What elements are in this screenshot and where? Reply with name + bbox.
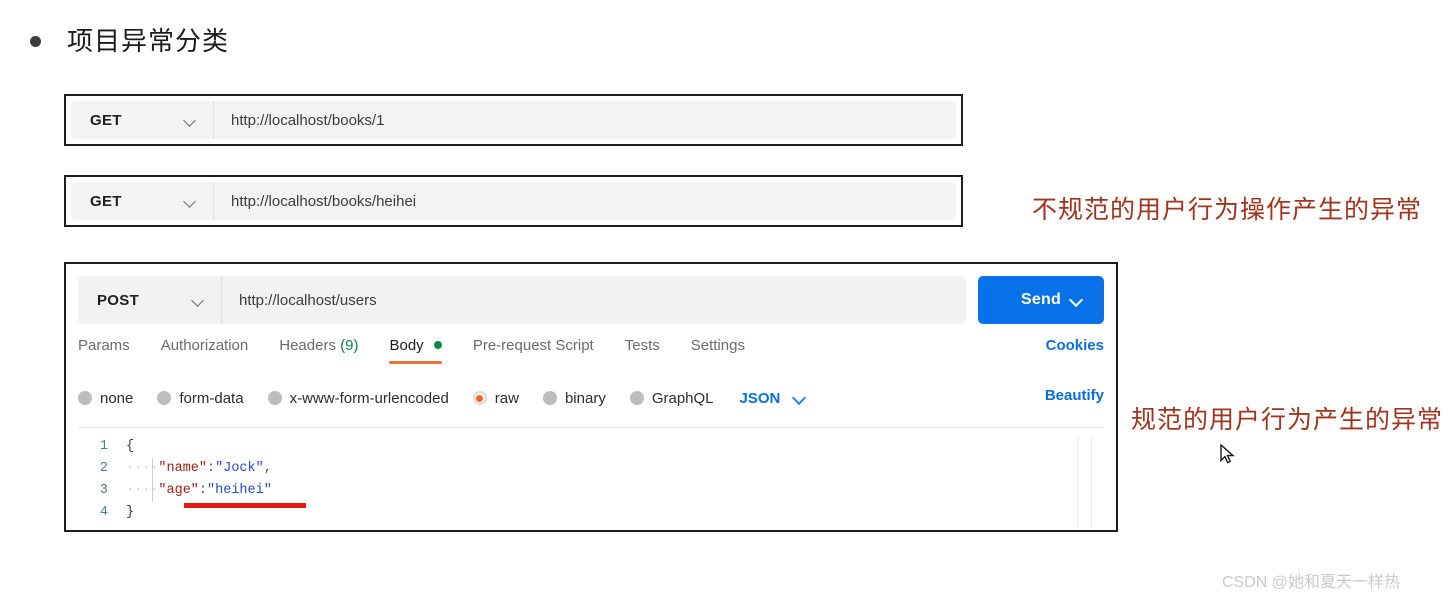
body-type-raw[interactable]: raw xyxy=(472,389,519,407)
body-type-x-www-form-urlencoded[interactable]: x-www-form-urlencoded xyxy=(267,389,449,407)
radio-icon xyxy=(157,391,172,405)
tab-headers[interactable]: Headers (9) xyxy=(279,337,358,364)
body-type-graphql[interactable]: GraphQL xyxy=(629,389,714,407)
chevron-down-icon[interactable] xyxy=(1071,295,1082,306)
tab-headers-count: (9) xyxy=(340,337,359,354)
code-line: 3 ····"age":"heihei" xyxy=(78,480,1104,502)
annotation-regular-behavior: 规范的用户行为产生的异常 xyxy=(1131,406,1444,434)
radio-label: GraphQL xyxy=(651,389,714,407)
http-method-label: GET xyxy=(90,111,122,129)
json-close-brace: } xyxy=(126,505,135,520)
cookies-link[interactable]: Cookies xyxy=(1046,337,1104,354)
url-row: GET http://localhost/books/heihei xyxy=(71,182,956,220)
request-tabs: Params Authorization Headers (9) Body Pr… xyxy=(78,337,1104,373)
http-method-selector[interactable]: GET xyxy=(71,182,214,220)
send-button[interactable]: Send xyxy=(978,276,1104,324)
raw-format-selector[interactable]: JSON xyxy=(740,390,807,407)
raw-format-label: JSON xyxy=(739,389,781,407)
url-input[interactable]: http://localhost/users xyxy=(222,276,966,324)
radio-label: raw xyxy=(494,389,519,407)
request-body-editor[interactable]: 1 { 2 ····"name":"Jock", 3 ····"age":"he… xyxy=(78,427,1104,530)
annotation-irregular-behavior: 不规范的用户行为操作产生的异常 xyxy=(1032,196,1423,224)
tab-settings[interactable]: Settings xyxy=(691,337,745,364)
url-row: POST http://localhost/users Send xyxy=(78,276,1104,324)
radio-icon xyxy=(542,391,557,405)
body-modified-dot-icon xyxy=(433,341,442,349)
request-panel-get-1: GET http://localhost/books/1 xyxy=(64,94,963,146)
radio-icon xyxy=(267,391,282,405)
error-underline-annotation xyxy=(184,503,306,508)
body-type-binary[interactable]: binary xyxy=(542,389,606,407)
chevron-down-icon xyxy=(184,114,197,127)
tab-label: Authorization xyxy=(160,337,249,354)
request-panel-post: POST http://localhost/users Send Params … xyxy=(64,262,1118,532)
tab-body[interactable]: Body xyxy=(389,337,442,364)
line-number: 4 xyxy=(99,505,108,520)
radio-icon xyxy=(78,391,92,405)
indent-dots: ···· xyxy=(126,461,159,476)
editor-vertical-scrollbar[interactable] xyxy=(1077,436,1092,528)
active-tab-underline xyxy=(389,361,442,364)
radio-label: none xyxy=(100,389,134,407)
body-type-form-data[interactable]: form-data xyxy=(157,389,244,407)
tab-label: Params xyxy=(78,337,130,354)
line-number: 3 xyxy=(99,483,108,498)
http-method-label: GET xyxy=(90,192,122,210)
tab-label: Settings xyxy=(690,337,745,354)
code-line: 1 { xyxy=(78,436,1104,458)
json-comma: , xyxy=(263,461,272,476)
url-input[interactable]: http://localhost/books/heihei xyxy=(214,182,956,220)
url-bar: POST http://localhost/users xyxy=(78,276,966,324)
indent-dots: ···· xyxy=(126,483,159,498)
chevron-down-icon xyxy=(192,294,205,307)
radio-icon xyxy=(629,391,644,405)
code-line: 2 ····"name":"Jock", xyxy=(78,458,1104,480)
tab-authorization[interactable]: Authorization xyxy=(161,337,249,364)
chevron-down-icon xyxy=(794,392,806,404)
http-method-label: POST xyxy=(97,291,140,309)
beautify-link[interactable]: Beautify xyxy=(1045,387,1104,404)
url-row: GET http://localhost/books/1 xyxy=(71,101,956,139)
code-area[interactable]: 1 { 2 ····"name":"Jock", 3 ····"age":"he… xyxy=(78,428,1104,524)
request-panel-get-2: GET http://localhost/books/heihei xyxy=(64,175,963,227)
radio-selected-icon xyxy=(472,391,487,405)
send-button-label: Send xyxy=(1021,291,1061,308)
body-type-none[interactable]: none xyxy=(78,390,133,407)
tab-label: Tests xyxy=(624,337,660,354)
tab-label: Pre-request Script xyxy=(472,337,594,354)
url-input[interactable]: http://localhost/books/1 xyxy=(214,101,956,139)
radio-label: x-www-form-urlencoded xyxy=(289,389,449,407)
radio-label: form-data xyxy=(179,389,244,407)
tab-label: Headers xyxy=(279,337,336,354)
body-type-options: none form-data x-www-form-urlencoded raw… xyxy=(78,385,1104,411)
tab-params[interactable]: Params xyxy=(78,337,130,364)
chevron-down-icon xyxy=(184,195,197,208)
watermark: CSDN @她和夏天一样热 xyxy=(1222,574,1401,591)
json-key: "age" xyxy=(158,483,199,498)
http-method-selector[interactable]: GET xyxy=(71,101,214,139)
bullet-dot-icon xyxy=(30,35,41,47)
json-colon: : xyxy=(207,461,216,476)
json-value: "Jock" xyxy=(215,461,264,476)
arrow-cursor-icon xyxy=(1220,443,1236,466)
line-number: 2 xyxy=(99,461,108,476)
json-key: "name" xyxy=(158,461,208,476)
tab-pre-request-script[interactable]: Pre-request Script xyxy=(473,337,594,364)
json-open-brace: { xyxy=(126,439,135,454)
json-colon: : xyxy=(198,483,208,498)
http-method-selector[interactable]: POST xyxy=(78,276,222,324)
radio-label: binary xyxy=(564,389,606,407)
tab-tests[interactable]: Tests xyxy=(625,337,660,364)
line-number: 1 xyxy=(99,439,108,454)
tab-label: Body xyxy=(389,337,424,354)
page-heading: 项目异常分类 xyxy=(30,28,229,54)
json-value: "heihei" xyxy=(207,483,272,498)
page-title: 项目异常分类 xyxy=(67,26,230,56)
